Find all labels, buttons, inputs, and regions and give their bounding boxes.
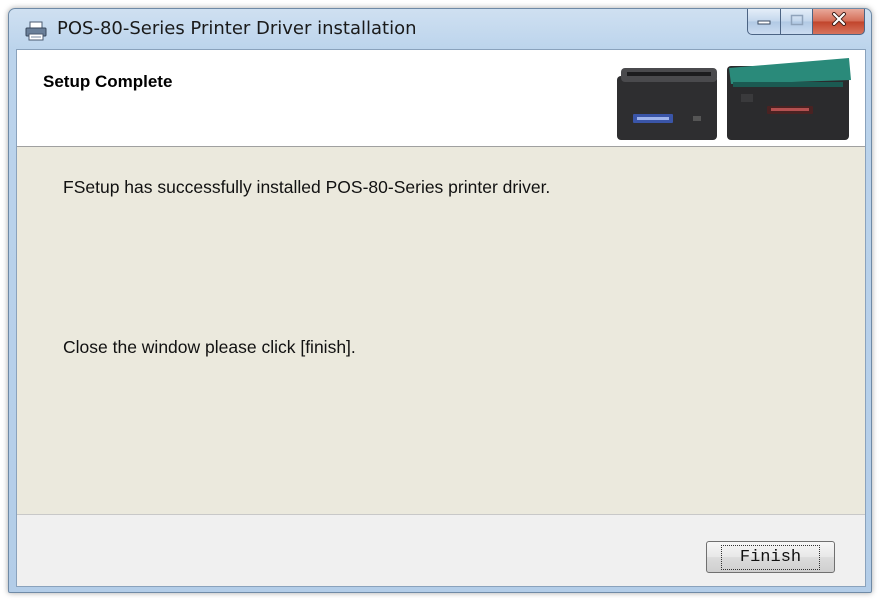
finish-button-label: Finish	[720, 544, 821, 570]
close-instruction: Close the window please click [finish].	[63, 337, 356, 357]
success-message: FSetup has successfully installed POS-80…	[63, 177, 551, 197]
wizard-header: Setup Complete	[17, 50, 865, 147]
receipt-printers-image	[613, 54, 853, 142]
installer-window: POS-80-Series Printer Driver installatio…	[8, 8, 872, 593]
window-title: POS-80-Series Printer Driver installatio…	[57, 18, 417, 39]
close-icon	[831, 12, 847, 31]
minimize-button[interactable]	[747, 9, 781, 35]
title-bar[interactable]: POS-80-Series Printer Driver installatio…	[9, 9, 871, 49]
maximize-icon	[790, 13, 804, 31]
dialog-client-area: Setup Complete FSetup has successfully i…	[16, 49, 866, 587]
maximize-button[interactable]	[781, 9, 813, 35]
wizard-body: FSetup has successfully installed POS-80…	[17, 147, 865, 515]
wizard-footer: Finish	[17, 515, 865, 586]
finish-button[interactable]: Finish	[706, 541, 835, 573]
caption-buttons	[747, 9, 865, 35]
close-button[interactable]	[813, 9, 865, 35]
minimize-icon	[757, 13, 771, 31]
page-title: Setup Complete	[43, 72, 173, 91]
printer-icon	[25, 21, 47, 41]
